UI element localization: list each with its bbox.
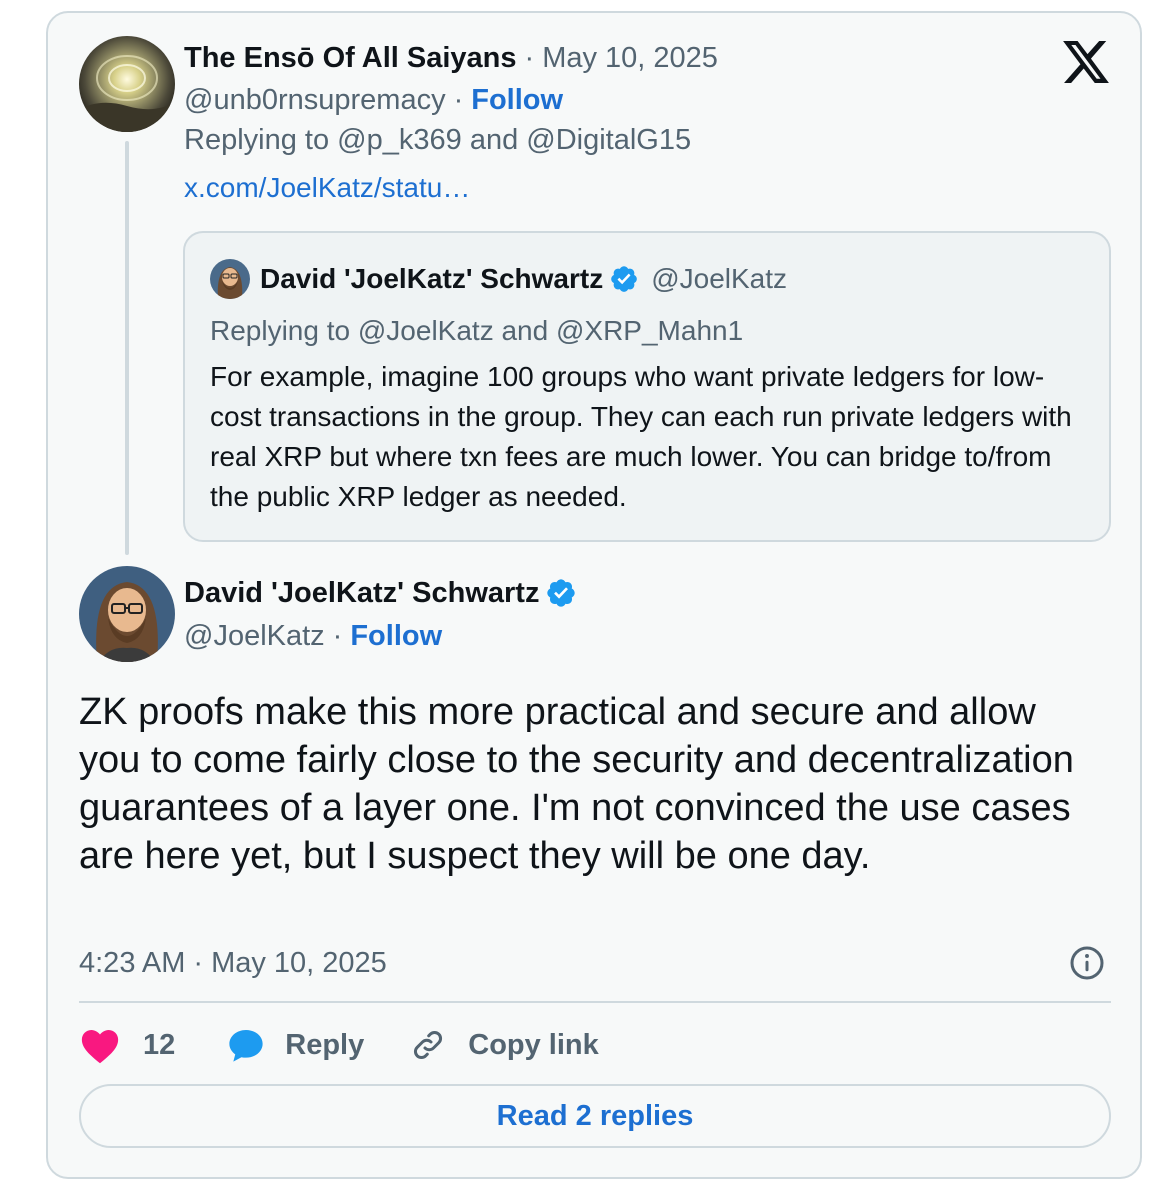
- copy-link-button[interactable]: Copy link: [410, 1027, 599, 1063]
- reply-label: Reply: [285, 1028, 365, 1061]
- main-tweet-text: ZK proofs make this more practical and s…: [79, 691, 1074, 877]
- verified-badge-icon: [611, 266, 638, 292]
- separator-dot: ·: [453, 83, 464, 116]
- parent-author-line: The Ensō Of All Saiyans · May 10, 2025: [184, 38, 718, 78]
- reply-button[interactable]: Reply: [227, 1026, 364, 1064]
- speech-bubble-icon: [229, 1029, 263, 1062]
- replying-prefix: Replying to: [184, 123, 330, 156]
- quoted-replying-to: Replying to @JoelKatz and @XRP_Mahn1: [210, 311, 743, 351]
- quoted-tweet[interactable]: David 'JoelKatz' Schwartz @JoelKatz Repl…: [183, 231, 1111, 542]
- parent-author-handle[interactable]: @unb0rnsupremacy: [184, 84, 446, 117]
- tweet-timestamp[interactable]: 4:23 AM · May 10, 2025: [79, 943, 387, 983]
- replying-prefix: Replying to: [210, 315, 351, 346]
- quoted-author-handle: @JoelKatz: [651, 263, 788, 294]
- follow-button[interactable]: Follow: [350, 620, 442, 653]
- main-author-handle[interactable]: @JoelKatz: [184, 620, 325, 653]
- main-handle-line: @JoelKatz · Follow: [184, 616, 442, 656]
- replying-user: @JoelKatz: [357, 315, 494, 346]
- separator-dot: ·: [193, 946, 204, 979]
- replying-and: and: [501, 315, 549, 346]
- tweet-link[interactable]: x.com/JoelKatz/statu…: [184, 168, 470, 208]
- verified-badge-icon: [547, 579, 576, 607]
- replying-user-link[interactable]: @DigitalG15: [526, 124, 691, 157]
- follow-button[interactable]: Follow: [471, 84, 563, 117]
- copy-link-label: Copy link: [468, 1028, 599, 1061]
- tweet-date[interactable]: May 10, 2025: [211, 947, 387, 980]
- bearded-man-avatar-icon: [79, 566, 175, 662]
- like-button[interactable]: 12: [79, 1026, 175, 1064]
- read-replies-button[interactable]: Read 2 replies: [79, 1084, 1111, 1148]
- info-icon[interactable]: [1069, 945, 1105, 981]
- divider: [79, 1001, 1111, 1003]
- replying-user-link[interactable]: @p_k369: [337, 124, 462, 157]
- bearded-man-avatar-icon: [210, 259, 250, 299]
- main-author-name[interactable]: David 'JoelKatz' Schwartz: [184, 577, 539, 610]
- x-logo-icon[interactable]: [1063, 41, 1109, 83]
- parent-author-avatar[interactable]: [79, 36, 175, 132]
- action-bar: 12 Reply Copy link: [79, 1023, 599, 1067]
- quoted-author-name: David 'JoelKatz' Schwartz: [260, 263, 604, 294]
- link-icon: [414, 1031, 443, 1059]
- separator-dot: ·: [524, 41, 535, 74]
- separator-dot: ·: [332, 619, 343, 652]
- quoted-tweet-text: For example, imagine 100 groups who want…: [210, 361, 1072, 512]
- parent-tweet-date[interactable]: May 10, 2025: [542, 42, 718, 75]
- parent-author-name[interactable]: The Ensō Of All Saiyans: [184, 42, 517, 75]
- replying-and: and: [469, 123, 519, 156]
- parent-handle-line: @unb0rnsupremacy · Follow: [184, 80, 563, 120]
- heart-icon: [81, 1029, 119, 1064]
- parent-replying-to: Replying to @p_k369 and @DigitalG15: [184, 120, 691, 160]
- thread-connector-line: [125, 141, 129, 555]
- like-count: 12: [143, 1028, 176, 1061]
- main-author-line: David 'JoelKatz' Schwartz: [184, 573, 577, 613]
- main-author-avatar[interactable]: [79, 566, 175, 662]
- cosmic-vortex-avatar-icon: [79, 36, 175, 132]
- tweet-time[interactable]: 4:23 AM: [79, 947, 185, 980]
- quoted-author-line: David 'JoelKatz' Schwartz @JoelKatz: [210, 259, 787, 299]
- quoted-author-avatar: [210, 259, 250, 299]
- replying-user: @XRP_Mahn1: [555, 315, 744, 346]
